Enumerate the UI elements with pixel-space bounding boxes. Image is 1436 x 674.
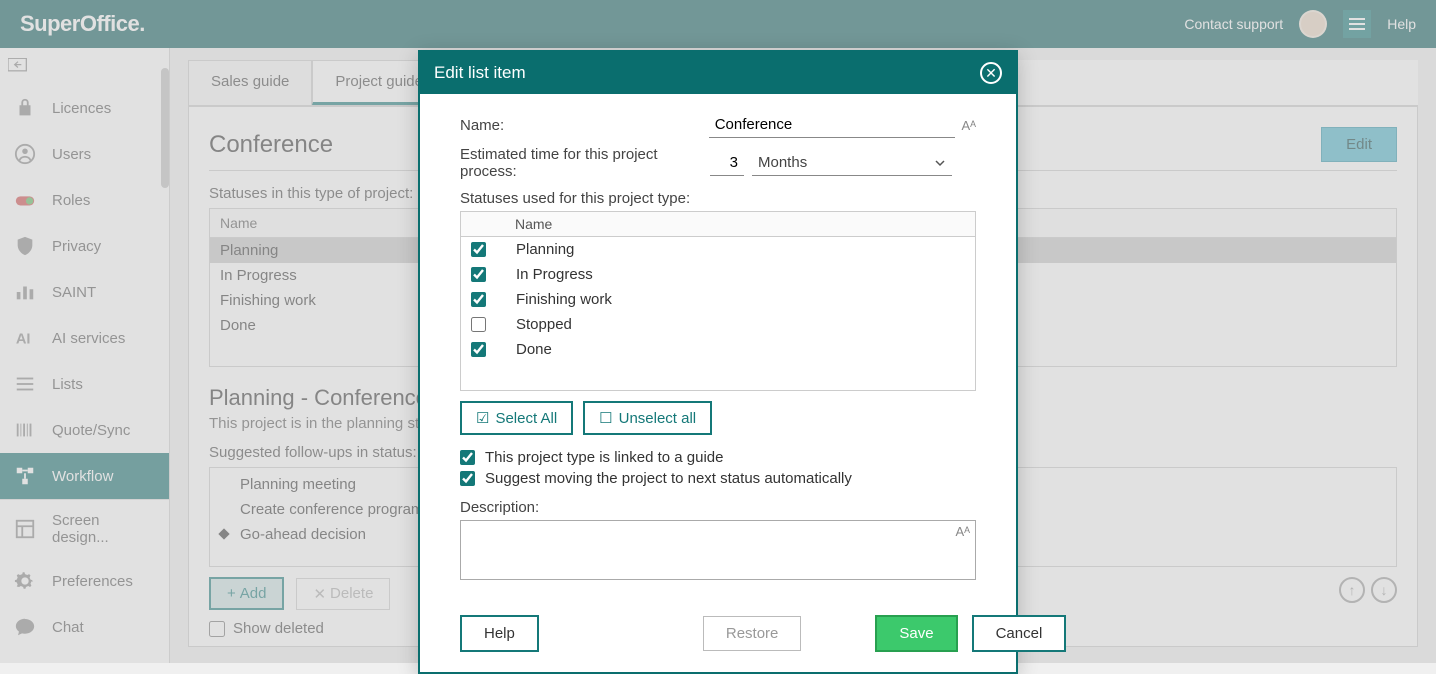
description-label: Description: <box>460 499 976 516</box>
status-checkbox[interactable] <box>471 292 486 307</box>
table-row[interactable]: Stopped <box>461 312 975 337</box>
table-row[interactable]: Planning <box>461 237 975 262</box>
translate-icon[interactable]: Aᴬ <box>961 118 976 133</box>
help-button[interactable]: Help <box>460 615 539 652</box>
edit-list-item-dialog: Edit list item ✕ Name: Aᴬ Estimated time… <box>418 50 1018 674</box>
status-name: Finishing work <box>516 291 612 308</box>
close-button[interactable]: ✕ <box>980 62 1002 84</box>
time-label: Estimated time for this project process: <box>460 146 710 180</box>
status-checkbox[interactable] <box>471 317 486 332</box>
status-checkbox[interactable] <box>471 267 486 282</box>
unselect-all-icon: ☐ <box>599 409 612 427</box>
column-header-name[interactable]: Name <box>461 212 975 237</box>
suggest-move-label: Suggest moving the project to next statu… <box>485 470 852 487</box>
chevron-down-icon <box>934 157 946 169</box>
statuses-used-table: Name Planning In Progress Finishing work… <box>460 211 976 391</box>
linked-guide-label: This project type is linked to a guide <box>485 449 723 466</box>
table-row[interactable]: In Progress <box>461 262 975 287</box>
name-label: Name: <box>460 117 709 134</box>
time-unit-select[interactable]: Months <box>752 150 952 176</box>
translate-icon[interactable]: Aᴬ <box>955 524 970 539</box>
cancel-button[interactable]: Cancel <box>972 615 1067 652</box>
save-button[interactable]: Save <box>875 615 957 652</box>
status-name: Planning <box>516 241 574 258</box>
status-name: Done <box>516 341 552 358</box>
close-icon: ✕ <box>985 65 997 82</box>
status-checkbox[interactable] <box>471 242 486 257</box>
linked-guide-checkbox[interactable] <box>460 450 475 465</box>
dialog-header: Edit list item ✕ <box>420 52 1016 94</box>
select-all-icon: ☑ <box>476 409 489 427</box>
select-all-button[interactable]: ☑Select All <box>460 401 573 435</box>
dialog-title: Edit list item <box>434 63 526 83</box>
unselect-all-button[interactable]: ☐Unselect all <box>583 401 712 435</box>
restore-button: Restore <box>703 616 802 651</box>
name-input[interactable] <box>709 112 956 138</box>
time-value-input[interactable] <box>710 150 744 176</box>
table-row[interactable]: Done <box>461 337 975 362</box>
status-checkbox[interactable] <box>471 342 486 357</box>
table-row[interactable]: Finishing work <box>461 287 975 312</box>
status-name: In Progress <box>516 266 593 283</box>
statuses-used-label: Statuses used for this project type: <box>460 190 976 207</box>
description-textarea[interactable] <box>460 520 976 580</box>
suggest-move-checkbox[interactable] <box>460 471 475 486</box>
status-name: Stopped <box>516 316 572 333</box>
